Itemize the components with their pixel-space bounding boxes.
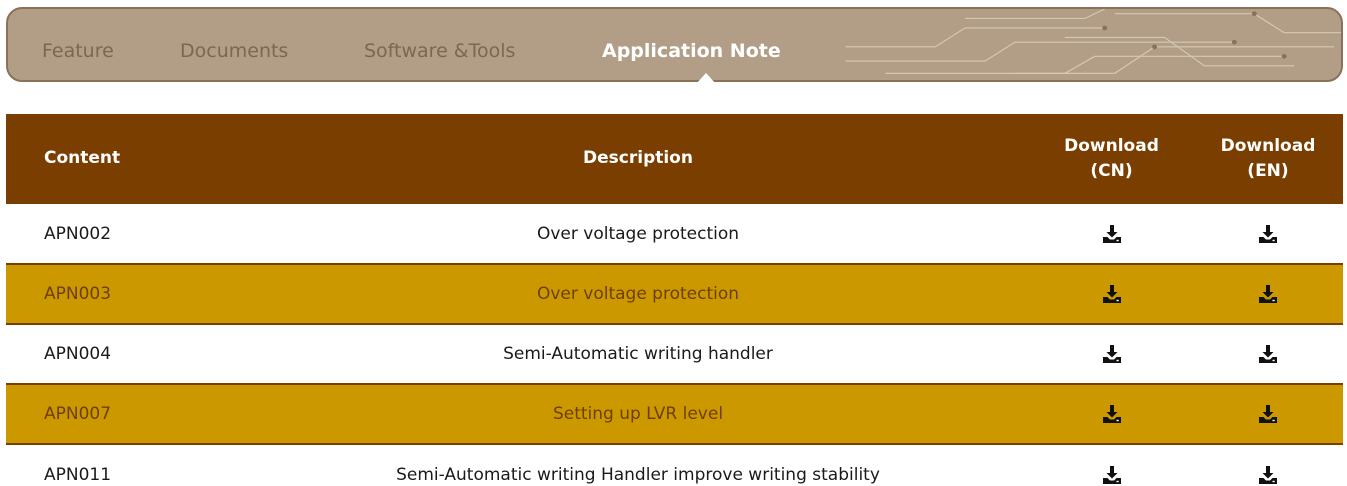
header-download-en-line1: Download [1220, 135, 1316, 156]
table-row: APN004 Semi-Automatic writing handler [6, 324, 1343, 384]
tab-bar: Feature Documents Software &Tools Applic… [6, 7, 1343, 84]
cell-content: APN003 [6, 263, 246, 325]
cell-description: Setting up LVR level [246, 383, 1030, 445]
cell-download-cn [1030, 263, 1193, 325]
table-row: APN002 Over voltage protection [6, 204, 1343, 264]
caret-up-icon [696, 73, 716, 84]
table-row: APN007 Setting up LVR level [6, 383, 1343, 445]
tab-software-tools[interactable]: Software &Tools [364, 9, 515, 80]
table-header-row: Content Description Download (CN) Downlo… [6, 114, 1343, 204]
download-icon[interactable] [1101, 464, 1123, 486]
download-icon[interactable] [1101, 223, 1123, 245]
download-icon[interactable] [1257, 403, 1279, 425]
application-notes-table: Content Description Download (CN) Downlo… [6, 114, 1343, 486]
cell-download-en [1193, 444, 1343, 486]
header-content: Content [6, 114, 246, 204]
cell-description: Semi-Automatic writing Handler improve w… [246, 444, 1030, 486]
download-icon[interactable] [1101, 403, 1123, 425]
cell-download-cn [1030, 204, 1193, 264]
cell-download-en [1193, 324, 1343, 384]
header-download-cn-line2: (CN) [1090, 161, 1133, 181]
tab-application-note[interactable]: Application Note [602, 9, 781, 80]
table-row: APN003 Over voltage protection [6, 263, 1343, 325]
download-icon[interactable] [1257, 223, 1279, 245]
cell-description: Over voltage protection [246, 204, 1030, 264]
header-download-en: Download (EN) [1193, 114, 1343, 204]
download-icon[interactable] [1101, 343, 1123, 365]
tab-documents[interactable]: Documents [180, 9, 288, 80]
header-download-cn-line1: Download [1064, 135, 1159, 156]
cell-content: APN004 [6, 324, 246, 384]
header-download-en-line2: (EN) [1247, 161, 1289, 181]
download-icon[interactable] [1101, 283, 1123, 305]
header-download-cn: Download (CN) [1030, 114, 1193, 204]
cell-download-en [1193, 383, 1343, 445]
cell-content: APN011 [6, 444, 246, 486]
header-description: Description [246, 114, 1030, 204]
cell-description: Over voltage protection [246, 263, 1030, 325]
cell-download-en [1193, 204, 1343, 264]
download-icon[interactable] [1257, 283, 1279, 305]
cell-content: APN002 [6, 204, 246, 264]
download-icon[interactable] [1257, 464, 1279, 486]
cell-description: Semi-Automatic writing handler [246, 324, 1030, 384]
table-row: APN011 Semi-Automatic writing Handler imp… [6, 444, 1343, 486]
tab-feature[interactable]: Feature [42, 9, 114, 80]
cell-download-cn [1030, 324, 1193, 384]
cell-download-cn [1030, 444, 1193, 486]
cell-download-cn [1030, 383, 1193, 445]
cell-download-en [1193, 263, 1343, 325]
cell-content: APN007 [6, 383, 246, 445]
download-icon[interactable] [1257, 343, 1279, 365]
